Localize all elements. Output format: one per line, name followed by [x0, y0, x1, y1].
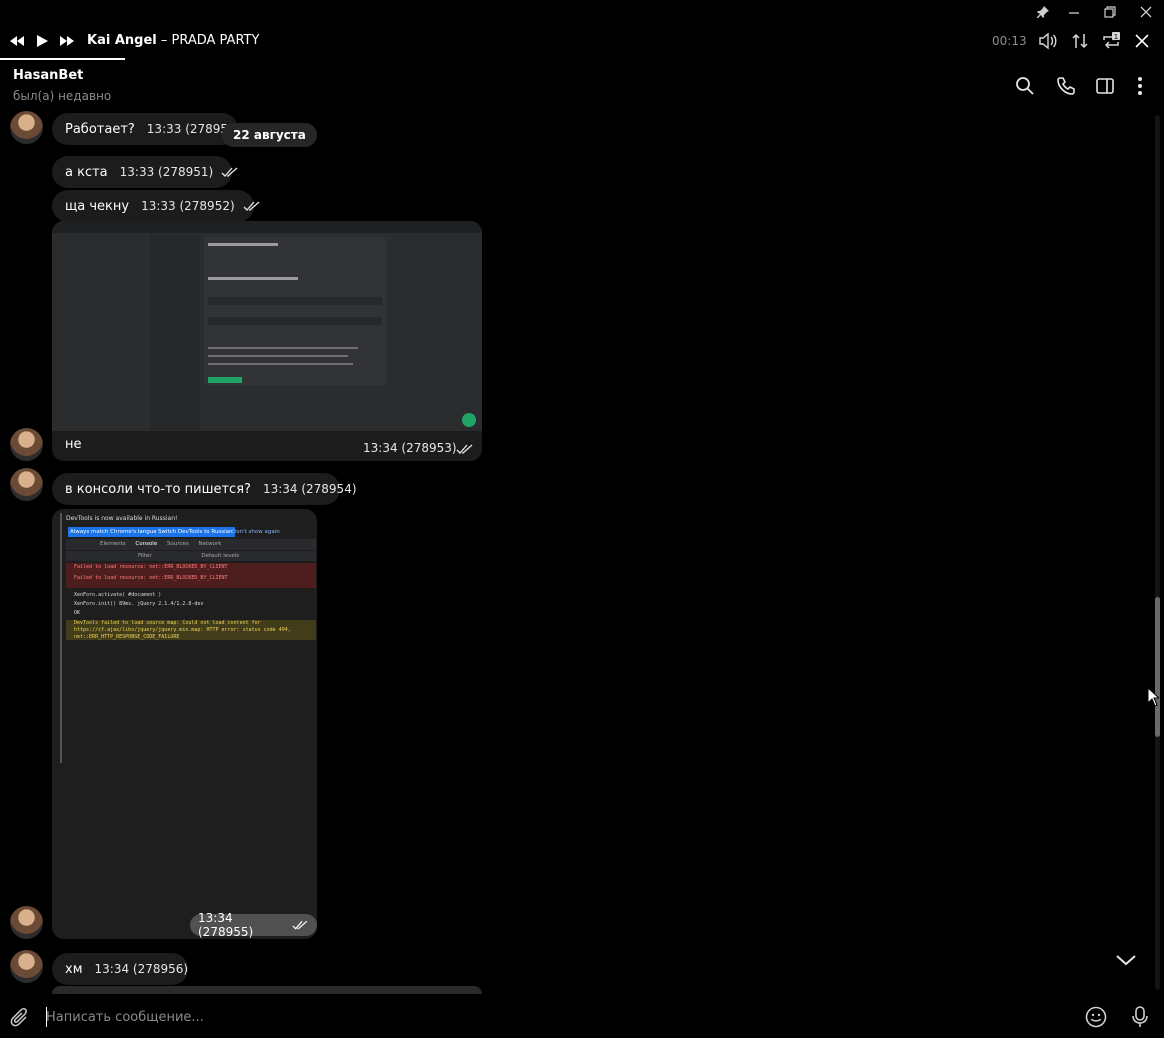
emoji-icon[interactable]	[1085, 1006, 1107, 1028]
photo-message[interactable]: не 13:34 (278953)	[52, 221, 482, 461]
devtools-logs: XenForo.activate( #document ) XenForo.in…	[74, 592, 204, 616]
devtools-filter-bar: Filter Default levels	[66, 551, 316, 561]
devtools-switch-button: Switch DevTools to Russian	[156, 527, 235, 537]
screenshot-chat-widget	[462, 413, 476, 427]
playback-order-icon[interactable]	[1071, 32, 1089, 50]
double-check-icon	[456, 444, 473, 454]
devtools-dont-show: Don't show again	[232, 529, 280, 535]
close-window-icon[interactable]	[1139, 5, 1153, 19]
screenshot-sidebar	[150, 235, 200, 430]
photo-message[interactable]: DevTools is now available in Russian! Al…	[52, 509, 317, 939]
avatar[interactable]	[10, 468, 43, 501]
photo-message-partial[interactable]	[52, 986, 482, 994]
message-bubble[interactable]: Работает? 13:33 (278950)	[52, 113, 240, 145]
website-screenshot-image[interactable]	[52, 221, 482, 431]
message-time: 13:33 (278951)	[119, 165, 214, 179]
devtools-errors: Failed to load resource: net::ERR_BLOCKE…	[66, 563, 316, 588]
message-bubble[interactable]: хм 13:34 (278956)	[52, 953, 188, 985]
pin-icon[interactable]	[1036, 5, 1050, 19]
message-time: 13:34 (278955)	[198, 911, 254, 939]
message-time: 13:34 (278954)	[262, 482, 357, 496]
chevron-down-icon	[1116, 955, 1136, 966]
message-time: 13:33 (278952)	[141, 199, 235, 213]
next-track-icon[interactable]	[59, 33, 75, 49]
attach-icon[interactable]	[10, 1007, 30, 1029]
restore-icon[interactable]	[1103, 5, 1117, 19]
devtools-tabs: Elements Console Sources Network	[66, 539, 316, 550]
more-menu-icon[interactable]	[1131, 76, 1149, 96]
devtools-banner: DevTools is now available in Russian!	[66, 515, 178, 522]
phone-call-icon[interactable]	[1056, 76, 1076, 96]
screenshot-topbar	[52, 221, 482, 233]
message-time: 13:34 (278953)	[363, 441, 457, 455]
devtools-warning: DevTools failed to load source map: Coul…	[66, 620, 316, 640]
track-name: PRADA PARTY	[171, 33, 260, 48]
mouse-cursor-icon	[1147, 687, 1159, 707]
avatar[interactable]	[10, 428, 43, 461]
previous-track-icon[interactable]	[9, 33, 25, 49]
title-bar	[0, 0, 1164, 62]
message-text: в консоли что-то пишется?	[65, 481, 251, 497]
double-check-icon	[221, 167, 238, 177]
message-text: Работает?	[65, 121, 135, 137]
chat-title[interactable]: HasanBet	[13, 68, 83, 83]
double-check-icon	[243, 201, 260, 211]
svg-text:1: 1	[1114, 33, 1118, 41]
screenshot-form	[204, 237, 386, 385]
scroll-to-bottom-button[interactable]	[1110, 944, 1142, 976]
repeat-icon[interactable]: 1	[1101, 31, 1121, 51]
play-icon[interactable]	[35, 33, 49, 49]
avatar[interactable]	[10, 950, 43, 983]
microphone-icon[interactable]	[1130, 1005, 1150, 1029]
now-playing-title[interactable]: Kai Angel – PRADA PARTY	[87, 33, 259, 48]
photo-caption: не 13:34 (278953)	[52, 431, 482, 461]
message-text: не	[65, 437, 82, 452]
photo-time-pill: 13:34 (278955)	[190, 911, 317, 939]
search-icon[interactable]	[1015, 76, 1035, 96]
sidebar-toggle-icon[interactable]	[1095, 76, 1115, 96]
text-caret	[46, 1007, 47, 1027]
devtools-screenshot-image[interactable]: DevTools is now available in Russian! Al…	[52, 509, 317, 939]
double-check-icon	[292, 920, 308, 930]
message-time: 13:34 (278956)	[94, 962, 189, 976]
chat-status: был(а) недавно	[13, 89, 112, 103]
minimize-icon[interactable]	[1067, 5, 1081, 19]
devtools-always-button: Always match Chrome's language	[68, 527, 166, 537]
track-progress-bar[interactable]	[0, 58, 125, 60]
message-text: а кста	[65, 164, 108, 180]
message-bubble[interactable]: а кста 13:33 (278951)	[52, 156, 238, 188]
message-text: хм	[65, 961, 83, 977]
track-separator: –	[156, 33, 172, 48]
scrollbar-track[interactable]	[1155, 115, 1160, 990]
track-time: 00:13	[992, 34, 1027, 48]
track-artist: Kai Angel	[87, 33, 157, 48]
volume-icon[interactable]	[1038, 32, 1058, 50]
message-bubble[interactable]: ща чекну 13:33 (278952)	[52, 190, 260, 222]
scrollbar-thumb[interactable]	[1155, 597, 1160, 737]
message-text: ща чекну	[65, 198, 130, 214]
avatar[interactable]	[10, 111, 43, 144]
date-separator: 22 августа	[222, 123, 317, 147]
avatar[interactable]	[10, 906, 43, 939]
message-bubble[interactable]: в консоли что-то пишется? 13:34 (278954)	[52, 473, 357, 505]
message-input[interactable]	[46, 1005, 1066, 1029]
close-player-icon[interactable]	[1134, 33, 1150, 49]
